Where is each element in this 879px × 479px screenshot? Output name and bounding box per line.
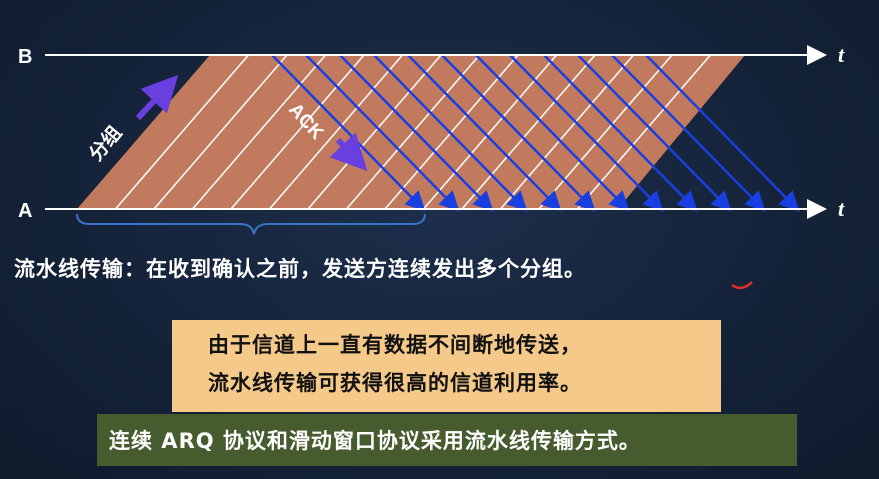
label-a: A xyxy=(18,200,32,222)
video-subtitle: 连续 ARQ 协议和滑动窗口协议采用流水线传输方式。 xyxy=(97,414,797,466)
label-b: B xyxy=(18,46,32,68)
note-line-1: 由于信道上一直有数据不间断地传送， xyxy=(208,333,582,357)
pipeline-caption: 流水线传输：在收到确认之前，发送方连续发出多个分组。 xyxy=(14,257,586,281)
note-line-2: 流水线传输可获得很高的信道利用率。 xyxy=(208,371,582,395)
packet-label: 分组 xyxy=(84,121,126,165)
note-box: 由于信道上一直有数据不间断地传送， 流水线传输可获得很高的信道利用率。 xyxy=(172,320,721,412)
pipeline-brace xyxy=(76,213,426,235)
time-label-top: t xyxy=(838,42,845,67)
time-label-bottom: t xyxy=(838,196,845,221)
annotation-underline-caption xyxy=(731,281,753,290)
